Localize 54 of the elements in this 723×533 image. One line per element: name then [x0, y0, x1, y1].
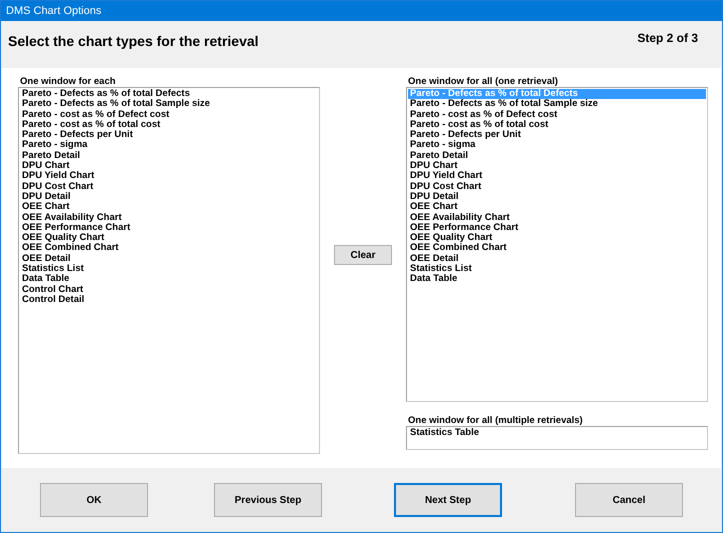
list-item[interactable]: DPU Cost Chart: [408, 182, 706, 192]
list-item[interactable]: OEE Combined Chart: [408, 243, 706, 254]
list-item[interactable]: Pareto - cost as % of total cost: [408, 120, 706, 130]
list-item[interactable]: Pareto - Defects as % of total Defects: [20, 89, 318, 100]
list-item[interactable]: Pareto - sigma: [408, 140, 706, 151]
list-item[interactable]: OEE Detail: [408, 254, 706, 264]
list-label: One window for each: [20, 76, 117, 87]
list-item[interactable]: DPU Cost Chart: [20, 182, 318, 192]
dialog-button[interactable]: Cancel: [575, 483, 683, 517]
list-item[interactable]: DPU Detail: [408, 192, 706, 202]
list-item[interactable]: OEE Availability Chart: [408, 212, 706, 223]
list-item[interactable]: Pareto - Defects as % of total Sample size: [20, 99, 318, 110]
list-item[interactable]: Pareto - Defects per Unit: [408, 130, 706, 140]
list-item[interactable]: DPU Yield Chart: [408, 171, 706, 182]
list-box[interactable]: [18, 87, 320, 454]
dialog-button[interactable]: OK: [40, 483, 148, 517]
list-item[interactable]: Data Table: [408, 274, 706, 285]
list-item[interactable]: Pareto - cost as % of Defect cost: [20, 110, 318, 120]
list-item[interactable]: OEE Quality Chart: [408, 233, 706, 244]
list-item[interactable]: OEE Detail: [20, 254, 318, 264]
dialog-button[interactable]: Next Step: [394, 483, 502, 517]
list-item[interactable]: Statistics Table: [408, 428, 706, 438]
list-item[interactable]: Statistics List: [20, 264, 318, 274]
list-item[interactable]: Pareto - cost as % of Defect cost: [408, 110, 706, 120]
list-item[interactable]: Data Table: [20, 274, 318, 285]
list-item[interactable]: OEE Performance Chart: [20, 222, 318, 234]
list-item[interactable]: OEE Performance Chart: [408, 222, 706, 234]
list-item[interactable]: OEE Chart: [408, 202, 706, 213]
list-item[interactable]: Pareto Detail: [408, 150, 706, 162]
list-item[interactable]: Control Detail: [20, 294, 318, 306]
list-label: One window for all (one retrieval): [408, 76, 559, 87]
list-item[interactable]: DPU Detail: [20, 192, 318, 202]
list-label: One window for all (multiple retrievals): [408, 415, 584, 426]
list-item[interactable]: OEE Chart: [20, 202, 318, 213]
clear-button[interactable]: Clear: [334, 245, 392, 265]
list-item[interactable]: Statistics List: [408, 264, 706, 274]
list-item[interactable]: Pareto - Defects as % of total Sample size: [408, 99, 706, 110]
list-item[interactable]: DPU Chart: [408, 161, 706, 172]
list-item[interactable]: Control Chart: [20, 284, 318, 295]
list-box[interactable]: Statistics Table: [406, 426, 708, 450]
list-item[interactable]: Pareto - Defects per Unit: [20, 130, 318, 140]
list-item[interactable]: Pareto - sigma: [20, 140, 318, 151]
list-item[interactable]: Pareto - cost as % of total cost: [20, 120, 318, 130]
dialog-button[interactable]: Previous Step: [214, 483, 322, 517]
list-item[interactable]: OEE Combined Chart: [20, 243, 318, 254]
list-box[interactable]: [406, 87, 708, 402]
list-item[interactable]: OEE Availability Chart: [20, 212, 318, 223]
list-item[interactable]: OEE Quality Chart: [20, 233, 318, 244]
list-item[interactable]: DPU Chart: [20, 161, 318, 172]
step-indicator: Step 2 of 3: [637, 31, 698, 46]
list-item[interactable]: Pareto Detail: [20, 150, 318, 162]
page-heading: Select the chart types for the retrieval: [8, 33, 259, 51]
window-title: DMS Chart Options: [1, 1, 722, 21]
list-item[interactable]: DPU Yield Chart: [20, 171, 318, 182]
